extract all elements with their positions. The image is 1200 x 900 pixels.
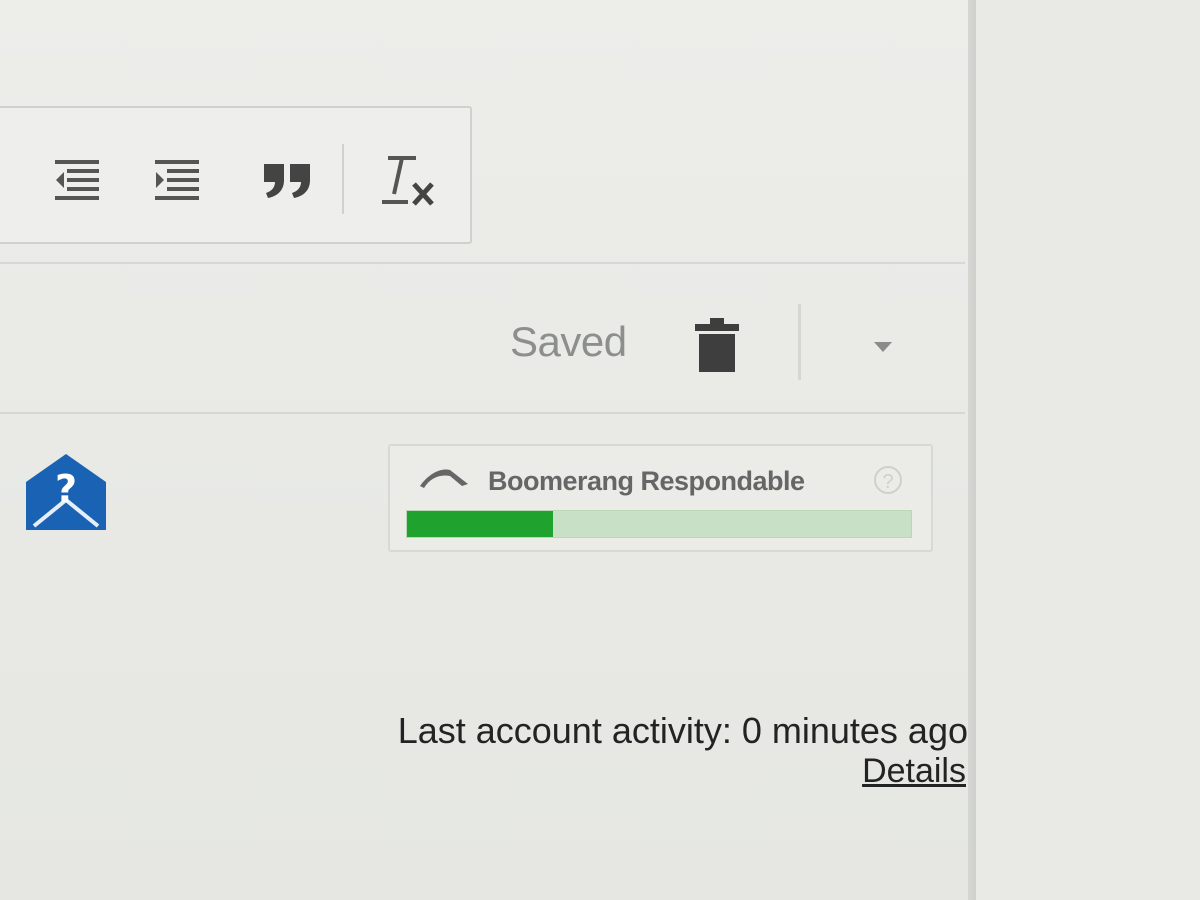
page-background (976, 0, 1200, 900)
indent-more-icon (155, 160, 199, 200)
details-link[interactable]: Details (862, 752, 966, 791)
remove-formatting-button[interactable] (374, 150, 444, 214)
quote-icon (264, 164, 310, 198)
indent-less-icon (55, 160, 99, 200)
trash-icon (695, 318, 739, 372)
saved-status: Saved (510, 318, 627, 365)
respondable-meter-fill (407, 511, 554, 537)
respondable-meter (406, 510, 912, 538)
toolbar-separator (342, 144, 344, 214)
indent-less-button[interactable] (48, 154, 106, 206)
more-options-button[interactable] (868, 334, 898, 358)
remove-formatting-icon (382, 156, 434, 206)
chevron-down-icon (874, 342, 892, 352)
boomerang-help-button[interactable]: ? (874, 466, 902, 494)
divider (0, 262, 965, 264)
boomerang-logo-icon (420, 469, 468, 488)
svg-text:?: ? (55, 467, 77, 511)
last-account-activity: Last account activity: 0 minutes ago (397, 710, 968, 751)
divider (0, 412, 965, 414)
quote-button[interactable] (258, 156, 318, 204)
boomerang-respondable-widget[interactable]: Boomerang Respondable ? (388, 444, 933, 552)
boomerang-title: Boomerang Respondable (488, 466, 805, 496)
help-mail-icon: ? (26, 454, 106, 530)
formatting-toolbar (0, 106, 472, 244)
panel-edge (968, 0, 976, 900)
help-mail-button[interactable]: ? (24, 452, 108, 532)
actions-separator (798, 304, 801, 380)
indent-more-button[interactable] (148, 154, 206, 206)
discard-draft-button[interactable] (692, 316, 742, 374)
